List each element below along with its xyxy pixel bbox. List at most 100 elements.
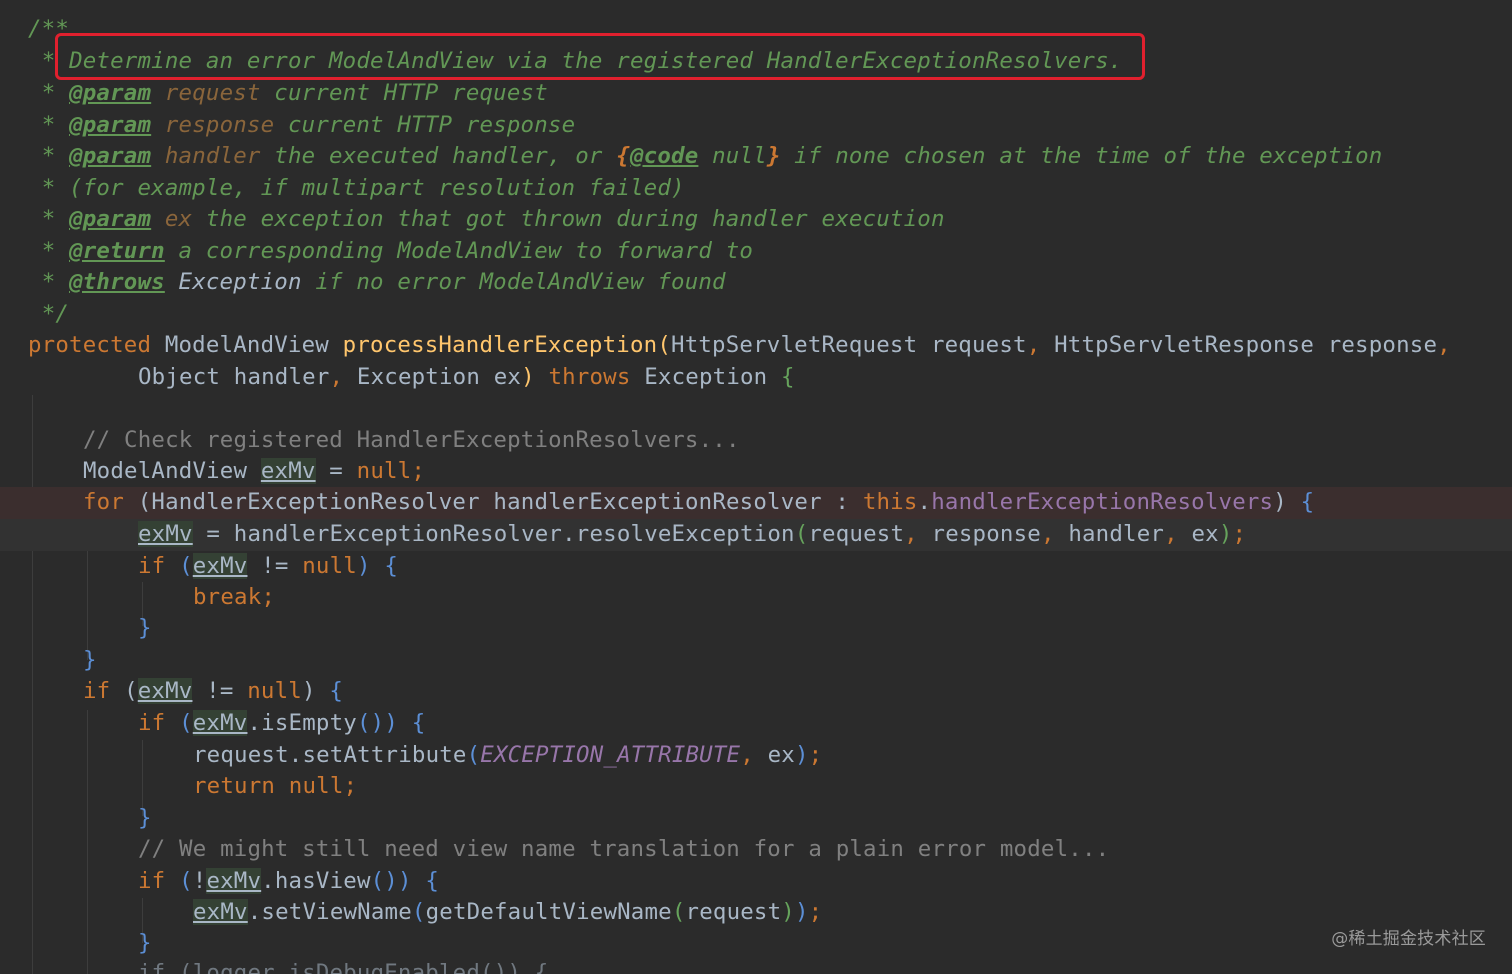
doc-star: *: [41, 48, 56, 74]
doc-star: *: [41, 80, 56, 106]
code-line[interactable]: // We might still need view name transla…: [0, 834, 1512, 866]
keyword-break: break: [193, 584, 262, 610]
doc-param-name: response: [164, 112, 275, 138]
code-line[interactable]: Object handler, Exception ex) throws Exc…: [0, 362, 1512, 394]
keyword-null: null: [302, 553, 357, 579]
dot: .: [247, 899, 262, 925]
code-line[interactable]: }: [0, 645, 1512, 677]
code-line[interactable]: ModelAndView exMv = null;: [0, 456, 1512, 488]
doc-code-open: {: [616, 143, 630, 169]
cut-off-line: if (logger.isDebugEnabled()) {: [138, 960, 549, 974]
doc-param-desc: (for example, if multipart resolution fa…: [69, 175, 685, 201]
code-line[interactable]: * @param request current HTTP request: [0, 78, 1512, 110]
for-close-brace: }: [83, 647, 97, 673]
paren-open: (: [671, 899, 686, 925]
call-has-view: hasView: [274, 868, 371, 894]
doc-star: *: [41, 112, 56, 138]
paren-close: ): [794, 899, 809, 925]
dot: .: [917, 489, 932, 515]
code-line[interactable]: return null;: [0, 771, 1512, 803]
paren-open: (: [179, 553, 193, 579]
if-open-brace: {: [384, 553, 399, 579]
param-request: HttpServletRequest request: [671, 332, 1027, 358]
field-resolvers: handlerExceptionResolvers: [931, 489, 1274, 515]
doc-code-close: }: [766, 143, 781, 169]
code-line[interactable]: }: [0, 928, 1512, 960]
doc-throws-type: Exception: [178, 269, 302, 295]
keyword-if: if: [83, 678, 111, 704]
doc-param-tag: @param: [69, 206, 152, 232]
arg-response: response: [917, 521, 1041, 547]
code-line[interactable]: }: [0, 803, 1512, 835]
if-close-brace: }: [138, 805, 152, 831]
code-line-current[interactable]: exMv = handlerExceptionResolver.resolveE…: [0, 519, 1512, 551]
semicolon: ;: [411, 458, 426, 484]
paren-close: ): [521, 364, 535, 390]
comma: ,: [740, 742, 754, 768]
doc-param-desc: the exception that got thrown during han…: [192, 206, 945, 232]
paren-open: (: [179, 868, 193, 894]
for-declaration: HandlerExceptionResolver handlerExceptio…: [151, 489, 863, 515]
code-line-breakpoint[interactable]: for (HandlerExceptionResolver handlerExc…: [0, 487, 1512, 519]
dot: .: [261, 868, 275, 894]
comma: ,: [1437, 332, 1451, 358]
if-close-brace: }: [138, 930, 152, 956]
paren-close: ): [781, 899, 795, 925]
code-line[interactable]: if (exMv != null) {: [0, 551, 1512, 583]
code-line[interactable]: * @param response current HTTP response: [0, 110, 1512, 142]
var-exmv: exMv: [192, 710, 248, 736]
code-line[interactable]: * @throws Exception if no error ModelAnd…: [0, 267, 1512, 299]
line-comment: // Check registered HandlerExceptionReso…: [83, 427, 740, 453]
code-line[interactable]: request.setAttribute(EXCEPTION_ATTRIBUTE…: [0, 740, 1512, 772]
const-exception-attribute: EXCEPTION_ATTRIBUTE: [480, 742, 741, 768]
code-line[interactable]: */: [0, 299, 1512, 331]
var-exmv: exMv: [206, 868, 262, 894]
decl-type: ModelAndView: [83, 458, 261, 484]
keyword-null: null: [247, 678, 302, 704]
return-type: ModelAndView: [164, 332, 329, 358]
code-line[interactable]: * @param ex the exception that got throw…: [0, 204, 1512, 236]
comma: ,: [1026, 332, 1041, 358]
method-name: processHandlerException: [342, 332, 658, 358]
if-open-brace: {: [425, 868, 440, 894]
code-line-partial[interactable]: if (logger.isDebugEnabled()) {: [0, 958, 1512, 974]
neq-op: !=: [192, 678, 248, 704]
doc-param-tag: @param: [69, 112, 152, 138]
code-line[interactable]: * (for example, if multipart resolution …: [0, 173, 1512, 205]
line-comment: // We might still need view name transla…: [138, 836, 1110, 862]
code-line[interactable]: if (!exMv.hasView()) {: [0, 866, 1512, 898]
var-exmv: exMv: [193, 899, 248, 925]
var-exmv: exMv: [137, 678, 193, 704]
code-line[interactable]: }: [0, 613, 1512, 645]
doc-star: *: [41, 269, 56, 295]
paren-open: (: [411, 899, 426, 925]
var-exmv: exMv: [192, 553, 248, 579]
code-line[interactable]: * @param handler the executed handler, o…: [0, 141, 1512, 173]
var-exmv: exMv: [260, 458, 316, 484]
code-editor[interactable]: /** * Determine an error ModelAndView vi…: [0, 0, 1512, 974]
doc-param-desc: current HTTP response: [274, 112, 576, 138]
code-line[interactable]: if (exMv.isEmpty()) {: [0, 708, 1512, 740]
empty-parens: (): [356, 710, 385, 736]
doc-star: *: [41, 238, 56, 264]
code-line[interactable]: // Check registered HandlerExceptionReso…: [0, 425, 1512, 457]
code-line[interactable]: exMv.setViewName(getDefaultViewName(requ…: [0, 897, 1512, 929]
comma: ,: [1164, 521, 1178, 547]
param-handler: Object handler: [138, 364, 330, 390]
watermark: @稀土掘金技术社区: [1331, 929, 1486, 949]
doc-param-name: handler: [164, 143, 261, 169]
doc-param-desc: the executed handler, or: [260, 143, 617, 169]
doc-param-desc: if none chosen at the time of the except…: [780, 143, 1383, 169]
doc-star: *: [41, 206, 56, 232]
semicolon: ;: [808, 899, 823, 925]
paren-open: (: [466, 742, 481, 768]
paren-close: ): [301, 678, 316, 704]
code-line[interactable]: break;: [0, 582, 1512, 614]
keyword-if: if: [138, 868, 166, 894]
code-line[interactable]: if (exMv != null) {: [0, 676, 1512, 708]
paren-close: ): [1273, 489, 1287, 515]
code-line[interactable]: * @return a corresponding ModelAndView t…: [0, 236, 1512, 268]
if-open-brace: {: [329, 678, 344, 704]
keyword-return: return: [193, 773, 276, 799]
code-line[interactable]: protected ModelAndView processHandlerExc…: [0, 330, 1512, 362]
